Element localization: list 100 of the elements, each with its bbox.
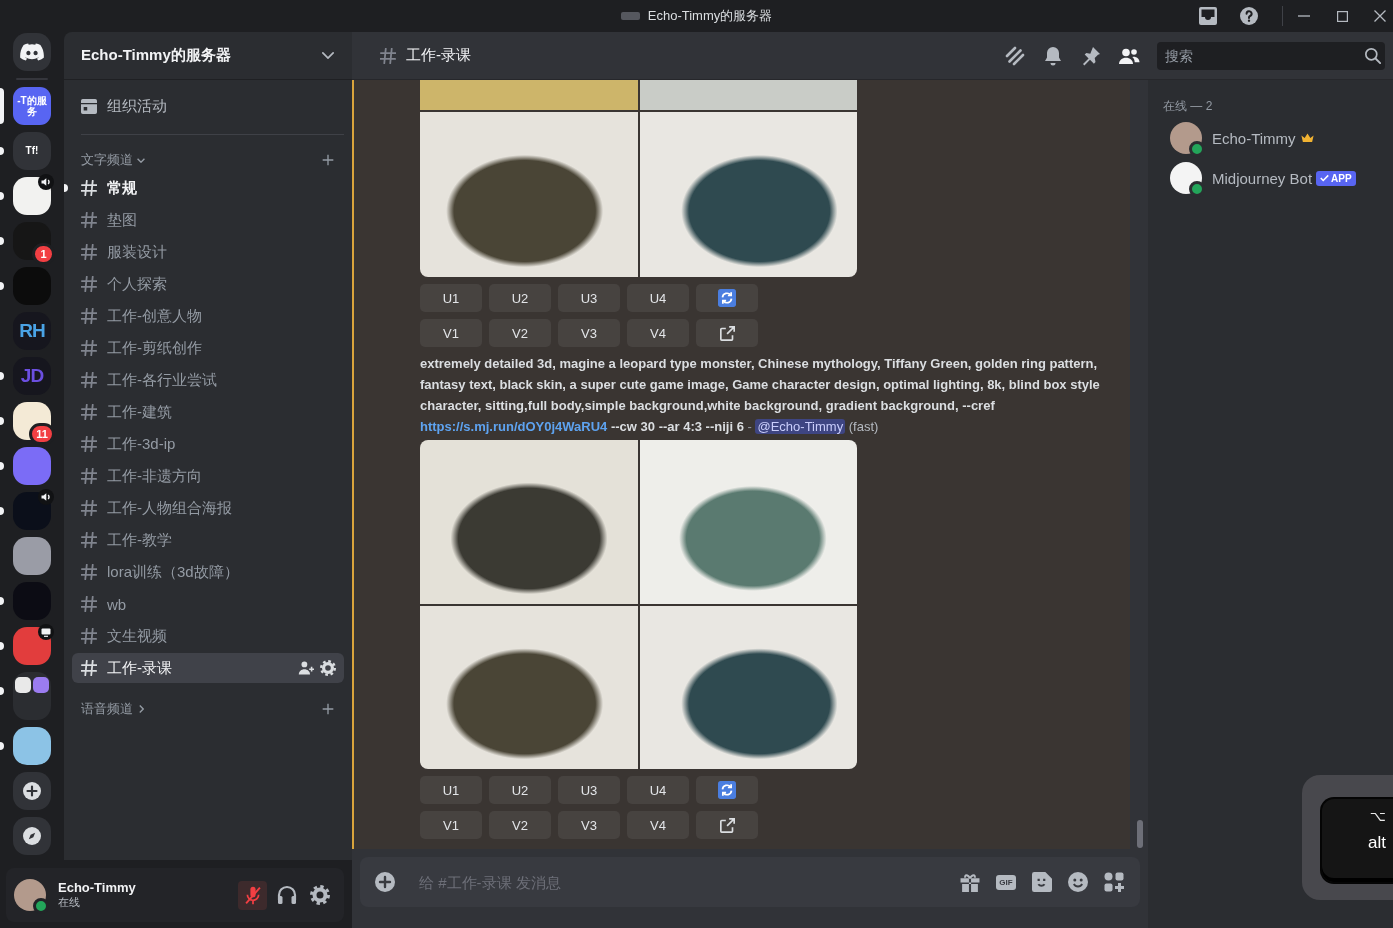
sticker-icon[interactable] xyxy=(1032,872,1052,892)
action-button[interactable]: U4 xyxy=(627,284,689,312)
home-button[interactable] xyxy=(13,33,51,71)
action-button[interactable]: U3 xyxy=(558,284,620,312)
hash-icon xyxy=(81,596,97,612)
category-toggle[interactable]: 文字频道 xyxy=(81,151,145,169)
image-placeholder[interactable] xyxy=(639,112,857,277)
server-button[interactable]: Tf! xyxy=(13,132,51,170)
action-button[interactable]: U2 xyxy=(489,284,551,312)
action-button[interactable]: V4 xyxy=(627,811,689,839)
channel-item[interactable]: 常规 xyxy=(72,173,344,203)
settings-icon[interactable] xyxy=(320,660,336,676)
channel-item[interactable]: 工作-各行业尝试 xyxy=(72,365,344,395)
channel-item[interactable]: 工作-非遗方向 xyxy=(72,461,344,491)
server-item[interactable]: Tf! xyxy=(0,132,64,170)
server-icon[interactable] xyxy=(13,627,51,665)
server-icon[interactable] xyxy=(13,177,51,215)
action-button[interactable]: V2 xyxy=(489,319,551,347)
search-field[interactable]: 搜索 xyxy=(1157,41,1385,70)
action-button[interactable] xyxy=(696,776,758,804)
channel-item[interactable]: 工作-创意人物 xyxy=(72,301,344,331)
server-item[interactable]: -T的服务 xyxy=(0,87,64,125)
discover-button[interactable] xyxy=(13,817,51,855)
plus-icon[interactable] xyxy=(322,154,334,166)
channel-item[interactable]: lora训练（3d故障） xyxy=(72,557,344,587)
channel-item[interactable]: 个人探索 xyxy=(72,269,344,299)
server-icon[interactable] xyxy=(13,537,51,575)
action-button[interactable] xyxy=(696,319,758,347)
server-button[interactable]: -T的服务 xyxy=(13,87,51,125)
channel-item[interactable]: 文生视频 xyxy=(72,621,344,651)
channel-item[interactable]: wb xyxy=(72,589,344,619)
username: Echo-Timmy xyxy=(58,880,137,895)
settings-icon[interactable] xyxy=(310,885,330,905)
image-placeholder[interactable] xyxy=(420,112,638,277)
close-icon[interactable] xyxy=(1374,10,1386,22)
hash-icon xyxy=(380,47,396,64)
notification-badge: 1 xyxy=(32,243,55,265)
channel-title: 工作-录课 xyxy=(406,46,471,65)
channel-item[interactable]: 服装设计 xyxy=(72,237,344,267)
plus-icon[interactable] xyxy=(375,872,395,892)
mute-button[interactable] xyxy=(238,880,267,910)
image-placeholder[interactable] xyxy=(420,606,638,769)
avatar[interactable] xyxy=(1170,162,1202,194)
channel-item[interactable]: 垫图 xyxy=(72,205,344,235)
channel-item[interactable]: 工作-3d-ip xyxy=(72,429,344,459)
window-title: Echo-Timmy的服务器 xyxy=(647,7,773,25)
action-button[interactable]: U1 xyxy=(420,284,482,312)
action-button[interactable] xyxy=(696,811,758,839)
action-button[interactable]: U3 xyxy=(558,776,620,804)
category-toggle[interactable]: 语音频道 xyxy=(81,700,144,718)
image-placeholder[interactable] xyxy=(639,606,857,769)
hash-icon xyxy=(81,660,97,676)
pin-icon[interactable] xyxy=(1080,45,1102,66)
member-name[interactable]: Midjourney Bot xyxy=(1212,169,1313,187)
apps-icon[interactable] xyxy=(1104,872,1124,892)
action-button[interactable]: V2 xyxy=(489,811,551,839)
events-item[interactable]: 组织活动 xyxy=(72,90,344,122)
avatar[interactable] xyxy=(1170,122,1202,154)
action-button[interactable]: U4 xyxy=(627,776,689,804)
bell-icon[interactable] xyxy=(1042,45,1064,66)
server-icon[interactable] xyxy=(13,727,51,765)
action-button[interactable]: V1 xyxy=(420,319,482,347)
channel-item[interactable]: 工作-人物组合海报 xyxy=(72,493,344,523)
external-link-icon xyxy=(719,817,735,833)
action-button[interactable]: V3 xyxy=(558,811,620,839)
headphones-icon[interactable] xyxy=(277,885,297,905)
channel-item[interactable]: 工作-建筑 xyxy=(72,397,344,427)
maximize-icon[interactable] xyxy=(1337,10,1348,22)
hash-icon xyxy=(81,276,97,292)
channel-item[interactable]: 工作-剪纸创作 xyxy=(72,333,344,363)
plus-icon[interactable] xyxy=(322,703,334,715)
avatar[interactable] xyxy=(14,879,46,911)
image-placeholder[interactable] xyxy=(639,440,857,604)
create-invite-icon[interactable] xyxy=(298,660,314,676)
action-button[interactable]: V1 xyxy=(420,811,482,839)
inbox-icon[interactable] xyxy=(1199,7,1217,25)
scrollbar-thumb[interactable] xyxy=(1137,820,1143,848)
add-server-button[interactable] xyxy=(13,772,51,810)
channel-item[interactable]: 工作-教学 xyxy=(72,525,344,555)
emoji-icon[interactable] xyxy=(1068,872,1088,892)
server-button[interactable]: RH xyxy=(13,312,51,350)
gif-button[interactable]: GIF xyxy=(996,874,1016,890)
member-name[interactable]: Echo-Timmy xyxy=(1212,129,1296,147)
action-button[interactable]: U2 xyxy=(489,776,551,804)
gift-icon[interactable] xyxy=(960,872,980,892)
threads-icon[interactable] xyxy=(1004,45,1026,66)
window-icon xyxy=(620,12,640,20)
action-button[interactable]: U1 xyxy=(420,776,482,804)
action-button[interactable] xyxy=(696,284,758,312)
mention[interactable]: @Echo-Timmy xyxy=(755,419,846,434)
server-folder[interactable] xyxy=(13,672,51,720)
help-icon[interactable] xyxy=(1240,7,1258,25)
hash-icon xyxy=(81,308,97,324)
link[interactable]: https://s.mj.run/dOY0j4WaRU4 xyxy=(420,419,608,434)
image-placeholder[interactable] xyxy=(420,440,638,604)
action-button[interactable]: V4 xyxy=(627,319,689,347)
channel-item[interactable]: 工作-录课 xyxy=(72,653,344,683)
action-button[interactable]: V3 xyxy=(558,319,620,347)
server-icon[interactable] xyxy=(15,677,31,693)
server-item[interactable]: RH xyxy=(0,312,64,350)
